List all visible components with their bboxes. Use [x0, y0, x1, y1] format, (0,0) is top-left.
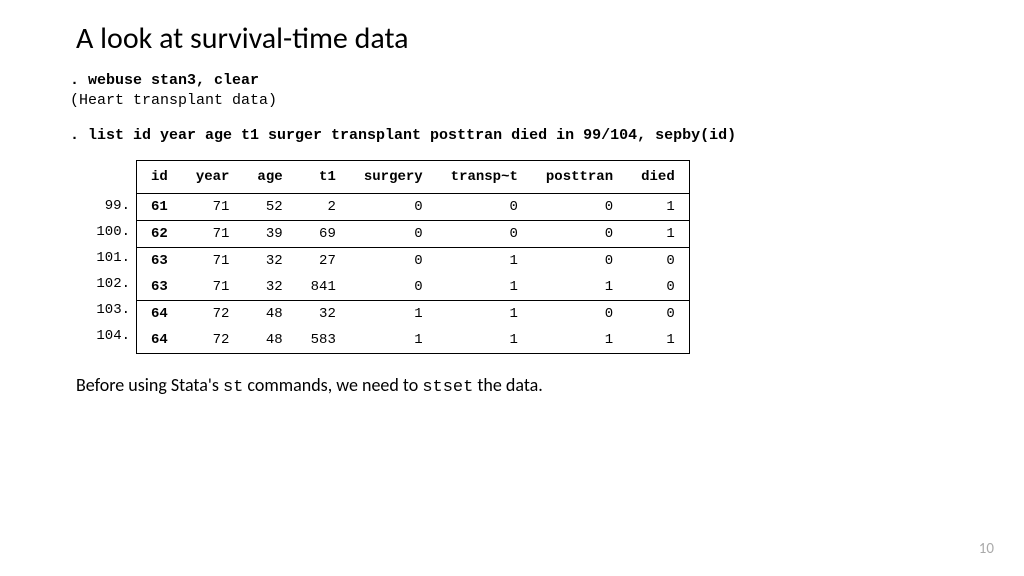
row-number: 101. [70, 245, 130, 271]
row-number: 99. [70, 193, 130, 219]
table-row: 6472485831111 [137, 327, 690, 354]
cmd-line-2: . list id year age t1 surger transplant … [70, 126, 954, 146]
footnote-text: Before using Stata's st commands, we nee… [76, 374, 954, 397]
cmd-output-1: (Heart transplant data) [70, 91, 954, 111]
row-number: 102. [70, 271, 130, 297]
column-header: year [182, 160, 244, 193]
row-number: 103. [70, 297, 130, 323]
row-number: 104. [70, 323, 130, 349]
column-header: posttran [532, 160, 627, 193]
column-header: transp~t [437, 160, 532, 193]
stata-commands: . webuse stan3, clear (Heart transplant … [70, 71, 954, 146]
row-number: 100. [70, 219, 130, 245]
cmd-line-1: . webuse stan3, clear [70, 71, 954, 91]
page-number: 10 [979, 540, 994, 558]
column-header: died [627, 160, 689, 193]
data-table: idyearaget1surgerytransp~tposttrandied 6… [136, 160, 690, 354]
table-row: 637132270100 [137, 247, 690, 274]
table-row: 647248321100 [137, 300, 690, 327]
column-header: age [243, 160, 296, 193]
stata-listing: 99.100.101.102.103.104. idyearaget1surge… [70, 160, 954, 354]
column-header: id [137, 160, 182, 193]
column-header: t1 [297, 160, 350, 193]
table-row: 61715220001 [137, 193, 690, 220]
slide-title: A look at survival-time data [76, 20, 954, 57]
column-header: surgery [350, 160, 437, 193]
table-row: 6371328410110 [137, 274, 690, 301]
table-row: 627139690001 [137, 220, 690, 247]
